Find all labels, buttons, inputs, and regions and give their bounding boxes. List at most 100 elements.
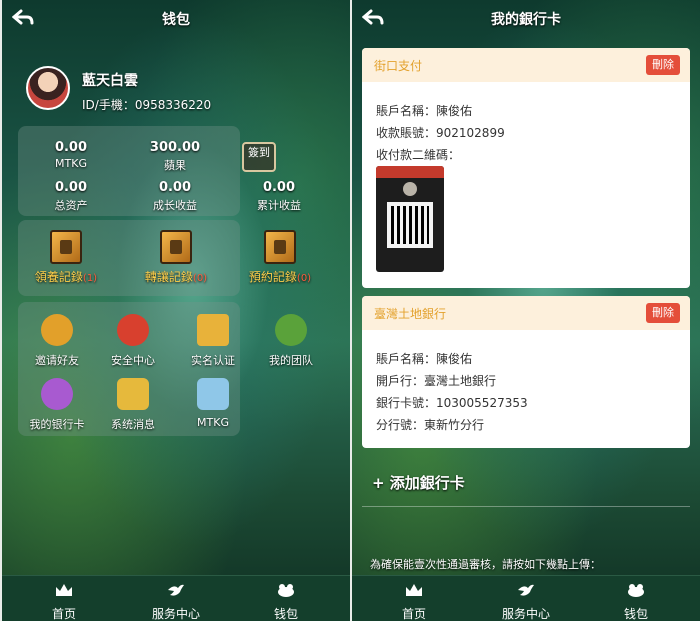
divider: [362, 506, 690, 507]
stat-apple: 300.00 蘋果: [140, 140, 210, 173]
account-name: 賬戶名稱：陳俊佑: [376, 104, 473, 118]
stat-value: 0.00: [54, 140, 88, 155]
record-label: 預約記錄: [248, 270, 297, 284]
user-id-phone: ID/手機：0958336220: [82, 98, 212, 112]
stat-mtkg: 0.00 MTKG: [36, 140, 106, 170]
crown-icon: [406, 584, 422, 596]
potion-icon: [41, 378, 73, 410]
top-bar: 我的銀行卡: [352, 0, 700, 36]
tab-wallet[interactable]: 钱包: [596, 582, 676, 621]
bird-icon: [518, 584, 534, 596]
menu-real-name-auth[interactable]: 实名认证: [178, 314, 248, 368]
card-header: 街口支付 刪除: [362, 48, 690, 82]
book-icon: [50, 230, 82, 264]
gear-flower-icon: [41, 314, 73, 346]
sign-in-button[interactable]: 簽到: [242, 142, 276, 172]
bank-card-screen: 我的銀行卡 街口支付 刪除 賬戶名稱：陳俊佑 收款賬號：902102899 收付…: [352, 0, 700, 621]
menu-label: MTKG: [197, 416, 229, 429]
frog-icon: [628, 584, 644, 597]
tab-label: 服务中心: [501, 607, 550, 621]
menu-my-team[interactable]: 我的团队: [256, 314, 326, 368]
bank-card-item: 臺灣土地銀行 刪除 賬戶名稱：陳俊佑 開戶行：臺灣土地銀行 銀行卡號：10300…: [362, 296, 690, 448]
glass-slipper-icon: [197, 378, 229, 410]
open-book-icon: [264, 230, 296, 264]
stat-value: 0.00: [262, 180, 296, 195]
record-count: (0): [192, 273, 208, 284]
tab-service-center[interactable]: 服务中心: [486, 582, 566, 621]
page-title: 钱包: [162, 12, 190, 28]
delete-button[interactable]: 刪除: [646, 303, 680, 323]
sign-in-label: 簽到: [248, 146, 270, 159]
tab-label: 钱包: [623, 607, 648, 621]
tab-bar: 首页 服务中心 钱包: [2, 575, 350, 621]
stat-total-assets: 0.00 总资产: [36, 180, 106, 213]
tab-home[interactable]: 首页: [374, 582, 454, 621]
tab-service-center[interactable]: 服务中心: [136, 582, 216, 621]
menu-my-bank-card[interactable]: 我的银行卡: [22, 378, 92, 432]
stat-label: 累计收益: [257, 199, 301, 212]
stat-growth-income: 0.00 成长收益: [140, 180, 210, 213]
wallet-screen: 钱包 藍天白雲 ID/手機：0958336220 0.00 MTKG 300.0…: [2, 0, 350, 621]
qr-avatar: [403, 182, 417, 196]
record-label: 轉讓記錄: [144, 270, 193, 284]
payment-qr-image: [376, 166, 444, 272]
tab-label: 钱包: [273, 607, 298, 621]
menu-invite-friends[interactable]: 邀请好友: [22, 314, 92, 368]
menu-mtkg[interactable]: MTKG: [178, 378, 248, 429]
avatar[interactable]: [26, 66, 70, 110]
stat-label: 成长收益: [153, 199, 197, 212]
record-count: (1): [82, 273, 98, 284]
menu-label: 实名认证: [191, 354, 235, 367]
add-bank-card-button[interactable]: + 添加銀行卡: [372, 472, 465, 493]
tab-label: 首页: [51, 607, 76, 621]
menu-system-messages[interactable]: 系统消息: [98, 378, 168, 432]
menu-label: 系统消息: [111, 418, 155, 431]
bank-name: 開戶行：臺灣土地銀行: [376, 374, 497, 388]
red-hood-icon: [117, 314, 149, 346]
tab-wallet[interactable]: 钱包: [246, 582, 326, 621]
top-bar: 钱包: [2, 0, 350, 36]
branch-name: 分行號：東新竹分行: [376, 418, 485, 432]
account-number: 收款賬號：902102899: [376, 126, 505, 140]
record-count: (0): [296, 273, 312, 284]
bank-card-item: 街口支付 刪除 賬戶名稱：陳俊佑 收款賬號：902102899 收付款二維碼：: [362, 48, 690, 288]
crown-icon: [56, 584, 72, 596]
menu-label: 我的银行卡: [29, 418, 85, 431]
bird-icon: [168, 584, 184, 596]
stat-label: 蘋果: [164, 159, 186, 172]
delete-button[interactable]: 刪除: [646, 55, 680, 75]
user-name: 藍天白雲: [82, 73, 138, 89]
adoption-record-link[interactable]: 領養記錄(1): [26, 230, 106, 285]
transfer-record-link[interactable]: 轉讓記錄(0): [136, 230, 216, 285]
qr-header-bar: [376, 166, 444, 178]
qr-label: 收付款二維碼：: [376, 148, 461, 162]
menu-label: 安全中心: [111, 354, 155, 367]
lamp-icon: [117, 378, 149, 410]
card-header: 臺灣土地銀行 刪除: [362, 296, 690, 330]
book-icon: [160, 230, 192, 264]
tab-home[interactable]: 首页: [24, 582, 104, 621]
card-name: 街口支付: [374, 59, 423, 73]
stat-value: 300.00: [149, 140, 201, 155]
record-label: 領養記錄: [34, 270, 83, 284]
menu-label: 我的团队: [269, 354, 313, 367]
page-title: 我的銀行卡: [491, 12, 561, 28]
menu-label: 邀请好友: [35, 354, 79, 367]
stat-cumulative-income: 0.00 累计收益: [244, 180, 314, 213]
tab-label: 首页: [401, 607, 426, 621]
card-name: 臺灣土地銀行: [374, 307, 447, 321]
tab-bar: 首页 服务中心 钱包: [352, 575, 700, 621]
menu-security-center[interactable]: 安全中心: [98, 314, 168, 368]
stat-label: 总资产: [54, 199, 88, 212]
frog-icon: [275, 314, 307, 346]
frog-icon: [278, 584, 294, 597]
account-name: 賬戶名稱：陳俊佑: [376, 352, 473, 366]
tab-label: 服务中心: [151, 607, 200, 621]
card-number: 銀行卡號：103005527353: [376, 396, 528, 410]
castle-icon: [197, 314, 229, 346]
stat-label: MTKG: [55, 157, 87, 170]
stat-value: 0.00: [54, 180, 88, 195]
stat-value: 0.00: [158, 180, 192, 195]
reservation-record-link[interactable]: 預約記錄(0): [240, 230, 320, 285]
upload-note: 為確保能壹次性通過審核，請按如下幾點上傳：: [370, 558, 601, 571]
